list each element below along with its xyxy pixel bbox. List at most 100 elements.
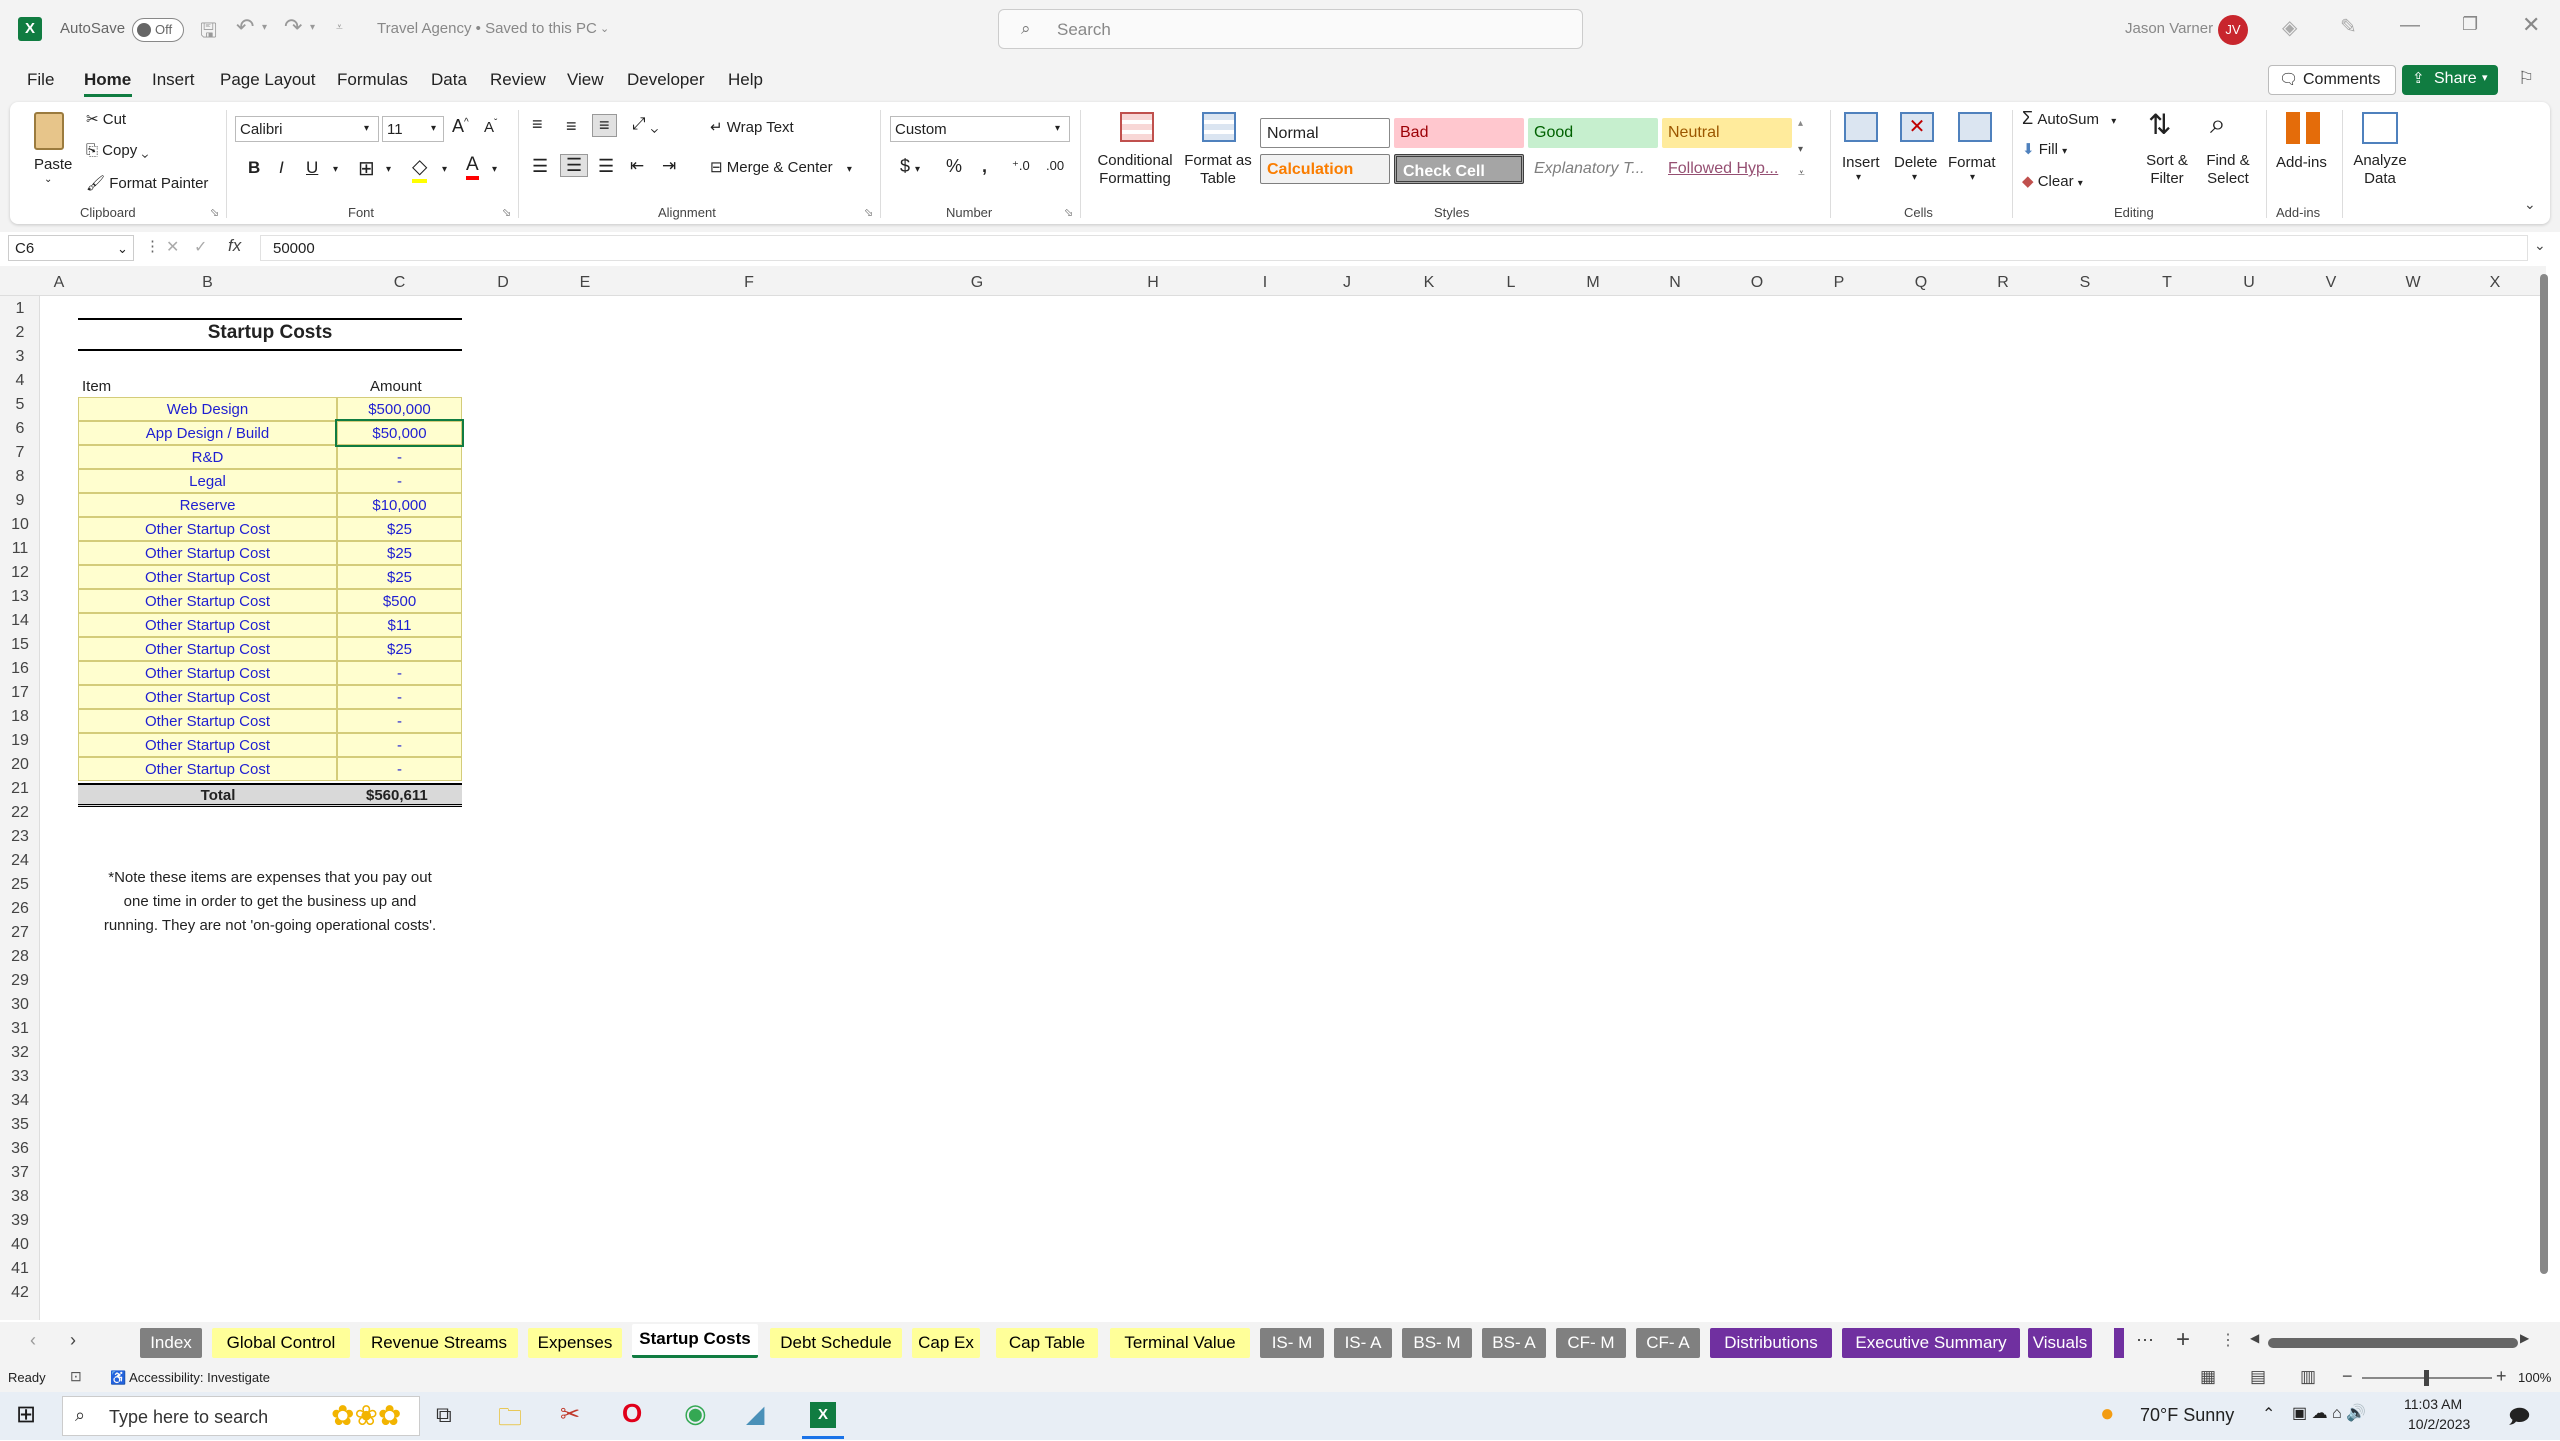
row-header[interactable]: 17 — [0, 684, 40, 702]
sheet-tab[interactable]: BS- M — [1402, 1328, 1472, 1358]
column-header[interactable]: N — [1634, 274, 1716, 292]
row-header[interactable]: 8 — [0, 468, 40, 486]
sheet-tab[interactable]: CF- A — [1636, 1328, 1700, 1358]
row-header[interactable]: 22 — [0, 804, 40, 822]
analyze-data-button[interactable]: Analyze Data — [2348, 108, 2412, 194]
column-header[interactable]: P — [1798, 274, 1880, 292]
amount-cell[interactable]: $500 — [337, 589, 462, 613]
column-header[interactable]: K — [1388, 274, 1470, 292]
save-icon[interactable]: 🖫 — [200, 16, 217, 50]
hscroll-right-icon[interactable]: ▶ — [2520, 1331, 2529, 1345]
format-as-table-button[interactable]: Format as Table — [1184, 108, 1252, 194]
undo-icon[interactable]: ↶ — [236, 14, 254, 40]
chevron-down-icon[interactable]: ▾ — [386, 164, 391, 175]
amount-cell[interactable]: $25 — [337, 565, 462, 589]
paste-button[interactable]: Paste ⌄ — [30, 108, 72, 188]
item-cell[interactable]: Legal — [78, 469, 337, 493]
row-header[interactable]: 10 — [0, 516, 40, 534]
sheet-tab[interactable]: Startup Costs — [632, 1324, 758, 1358]
collapse-ribbon-icon[interactable]: ⌄ — [2524, 196, 2536, 213]
menu-page-layout[interactable]: Page Layout — [220, 70, 315, 90]
increase-font-icon[interactable]: A^ — [452, 116, 469, 137]
style-good[interactable]: Good — [1528, 118, 1658, 148]
chevron-down-icon[interactable]: ▾ — [333, 164, 338, 175]
row-header[interactable]: 20 — [0, 756, 40, 774]
page-layout-view-icon[interactable]: ▤ — [2250, 1367, 2266, 1387]
amount-cell[interactable]: - — [337, 445, 462, 469]
align-bottom-icon[interactable]: ≡ — [592, 114, 617, 137]
minimize-icon[interactable]: — — [2400, 14, 2420, 37]
weather-icon[interactable]: ● — [2100, 1400, 2115, 1428]
sheet-tab[interactable]: Index — [140, 1328, 202, 1358]
row-header[interactable]: 23 — [0, 828, 40, 846]
dialog-launcher-icon[interactable]: ⬂ — [1064, 206, 1073, 219]
style-neutral[interactable]: Neutral — [1662, 118, 1792, 148]
total-row[interactable]: Total $560,611 — [78, 783, 462, 807]
amount-cell[interactable]: $25 — [337, 517, 462, 541]
borders-icon[interactable]: ⊞ — [358, 156, 375, 181]
cancel-formula-icon[interactable]: ✕ — [166, 237, 179, 257]
find-select-button[interactable]: ⌕ Find & Select — [2196, 108, 2260, 194]
item-cell[interactable]: R&D — [78, 445, 337, 469]
dialog-launcher-icon[interactable]: ⬂ — [864, 206, 873, 219]
row-header[interactable]: 34 — [0, 1092, 40, 1110]
diamond-icon[interactable]: ◈ — [2282, 15, 2297, 40]
menu-help[interactable]: Help — [728, 70, 763, 90]
row-header[interactable]: 15 — [0, 636, 40, 654]
dialog-launcher-icon[interactable]: ⬂ — [210, 206, 219, 219]
clear-button[interactable]: ◆ Clear ▾ — [2022, 172, 2083, 190]
currency-icon[interactable]: $ ▾ — [900, 156, 920, 177]
item-cell[interactable]: Reserve — [78, 493, 337, 517]
wrap-text-button[interactable]: ↵ Wrap Text — [710, 118, 794, 136]
row-header[interactable]: 18 — [0, 708, 40, 726]
item-cell[interactable]: Other Startup Cost — [78, 517, 337, 541]
accessibility-status[interactable]: ♿ Accessibility: Investigate — [110, 1370, 270, 1386]
row-header[interactable]: 36 — [0, 1140, 40, 1158]
styles-scroll-down-icon[interactable]: ▾ — [1798, 144, 1803, 155]
column-header[interactable]: L — [1470, 274, 1552, 292]
style-check-cell[interactable]: Check Cell — [1394, 154, 1524, 184]
align-left-icon[interactable]: ☰ — [532, 156, 548, 177]
style-followed-hyperlink[interactable]: Followed Hyp... — [1662, 154, 1792, 184]
amount-cell[interactable]: - — [337, 661, 462, 685]
note-text[interactable]: *Note these items are expenses that you … — [78, 866, 462, 938]
row-header[interactable]: 16 — [0, 660, 40, 678]
column-header[interactable]: D — [462, 274, 544, 292]
column-header[interactable]: U — [2208, 274, 2290, 292]
column-header[interactable]: J — [1306, 274, 1388, 292]
menu-home[interactable]: Home — [84, 70, 131, 90]
menu-formulas[interactable]: Formulas — [337, 70, 408, 90]
formula-input[interactable]: 50000 — [260, 235, 2528, 261]
add-ins-button[interactable]: Add-ins — [2272, 108, 2336, 194]
row-header[interactable]: 37 — [0, 1164, 40, 1182]
sheet-tab[interactable]: CF- M — [1556, 1328, 1626, 1358]
item-cell[interactable]: Other Startup Cost — [78, 589, 337, 613]
zoom-in-icon[interactable]: + — [2496, 1366, 2507, 1387]
sheet-tab[interactable]: Expenses — [528, 1328, 622, 1358]
sheet-tab[interactable]: Executive Summary — [1842, 1328, 2020, 1358]
style-explanatory[interactable]: Explanatory T... — [1528, 154, 1658, 184]
tray-chevron-icon[interactable]: ⌃ — [2262, 1404, 2275, 1424]
column-header[interactable]: V — [2290, 274, 2372, 292]
conditional-formatting-button[interactable]: Conditional Formatting — [1090, 108, 1180, 194]
autosave-toggle[interactable]: Off — [132, 18, 184, 42]
row-header[interactable]: 38 — [0, 1188, 40, 1206]
tab-splitter-icon[interactable]: ⋮ — [2220, 1330, 2236, 1350]
insert-function-icon[interactable]: fx — [228, 236, 241, 256]
row-header[interactable]: 30 — [0, 996, 40, 1014]
amount-cell[interactable]: - — [337, 685, 462, 709]
sheet-tab[interactable]: Debt Schedule — [770, 1328, 902, 1358]
opera-icon[interactable]: O — [622, 1398, 642, 1429]
amount-cell[interactable]: - — [337, 733, 462, 757]
styles-scroll-up-icon[interactable]: ▴ — [1798, 118, 1803, 129]
format-cells-button[interactable]: Format ▾ — [1946, 108, 2006, 194]
row-header[interactable]: 31 — [0, 1020, 40, 1038]
item-cell[interactable]: Other Startup Cost — [78, 541, 337, 565]
autosum-button[interactable]: Σ AutoSum ▾ — [2022, 108, 2116, 129]
merge-center-button[interactable]: ⊟ Merge & Center ▾ — [710, 158, 852, 176]
row-header[interactable]: 42 — [0, 1284, 40, 1302]
column-header[interactable]: M — [1552, 274, 1634, 292]
amount-cell[interactable]: $25 — [337, 541, 462, 565]
avatar[interactable]: JV — [2218, 15, 2248, 45]
column-header[interactable]: I — [1224, 274, 1306, 292]
